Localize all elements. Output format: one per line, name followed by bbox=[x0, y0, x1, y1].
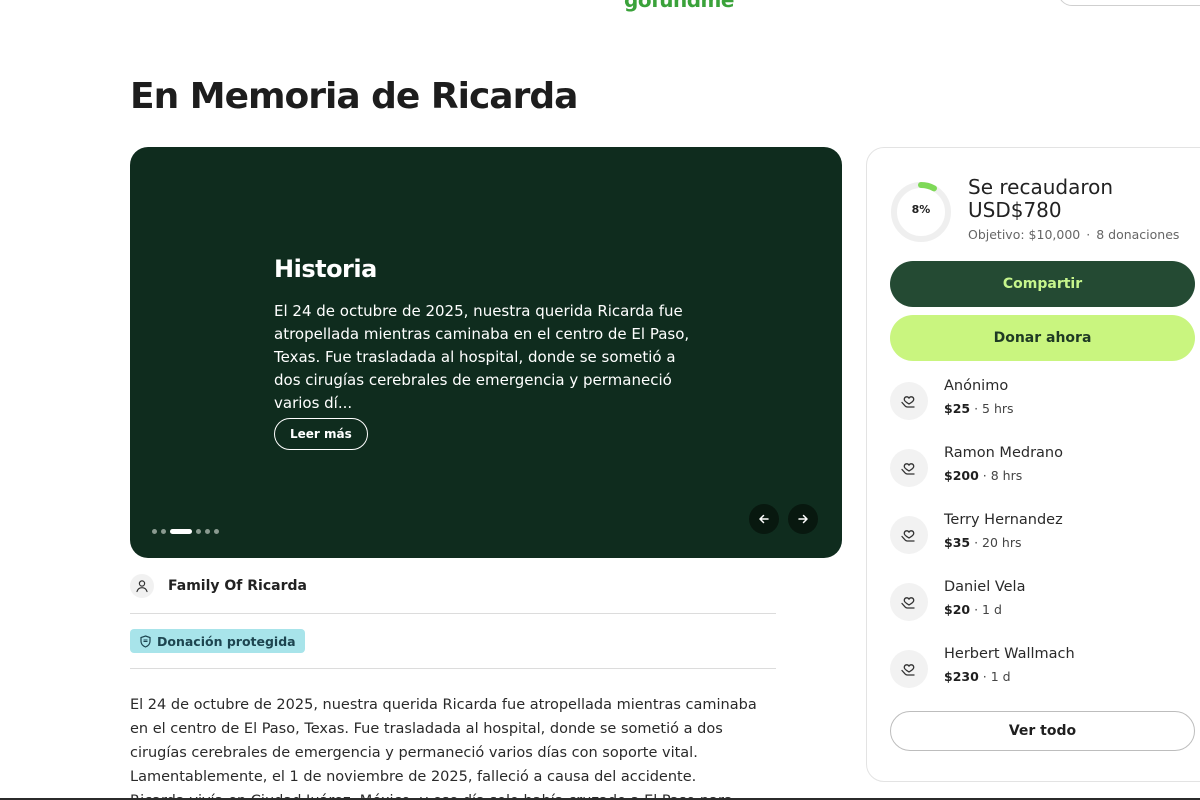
divider bbox=[130, 613, 776, 614]
organizer-name: Family Of Ricarda bbox=[168, 578, 307, 594]
donor-name: Herbert Wallmach bbox=[944, 646, 1075, 662]
donor-name: Ramon Medrano bbox=[944, 445, 1063, 461]
donation-time: · 1 d bbox=[978, 669, 1011, 684]
donor-avatar bbox=[890, 516, 928, 554]
story-carousel: Historia El 24 de octubre de 2025, nuest… bbox=[130, 147, 842, 558]
heart-hand-icon bbox=[901, 396, 915, 408]
carousel-dot[interactable] bbox=[205, 529, 210, 534]
donation-time: · 5 hrs bbox=[970, 401, 1014, 416]
divider bbox=[130, 668, 776, 669]
organizer[interactable]: Family Of Ricarda bbox=[130, 574, 307, 598]
carousel-dot[interactable] bbox=[152, 529, 157, 534]
goal-line: Objetivo: $10,000 · 8 donaciones bbox=[968, 227, 1179, 242]
donation-amount: $230 bbox=[944, 669, 979, 684]
donor-avatar bbox=[890, 382, 928, 420]
donor-avatar bbox=[890, 449, 928, 487]
donation-meta: $25 · 5 hrs bbox=[944, 401, 1014, 416]
carousel-dot[interactable] bbox=[161, 529, 166, 534]
protected-donation-badge[interactable]: Donación protegida bbox=[130, 629, 305, 653]
carousel-next-button[interactable] bbox=[788, 504, 818, 534]
raised-label: Se recaudaron bbox=[968, 175, 1114, 199]
badge-label: Donación protegida bbox=[157, 633, 296, 649]
story-heading: Historia bbox=[274, 255, 377, 283]
arrow-right-icon bbox=[798, 514, 808, 524]
carousel-dot[interactable] bbox=[214, 529, 219, 534]
donation-time: · 1 d bbox=[970, 602, 1002, 617]
donation-meta: $230 · 1 d bbox=[944, 669, 1011, 684]
share-button[interactable]: Compartir bbox=[890, 261, 1195, 307]
donor-avatar bbox=[890, 583, 928, 621]
heart-hand-icon bbox=[901, 530, 915, 542]
donor-name: Anónimo bbox=[944, 378, 1009, 394]
description-paragraph: El 24 de octubre de 2025, nuestra querid… bbox=[130, 697, 757, 785]
read-more-button[interactable]: Leer más bbox=[274, 418, 368, 450]
donation-amount: $20 bbox=[944, 602, 971, 617]
separator: · bbox=[1086, 227, 1091, 242]
carousel-dots bbox=[152, 529, 219, 534]
donation-item: Daniel Vela $20 · 1 d bbox=[890, 579, 1190, 625]
progress-percent: 8% bbox=[911, 203, 931, 216]
donor-avatar bbox=[890, 650, 928, 688]
carousel-prev-button[interactable] bbox=[749, 504, 779, 534]
donation-item: Herbert Wallmach $230 · 1 d bbox=[890, 646, 1190, 692]
donation-count[interactable]: 8 donaciones bbox=[1096, 227, 1179, 242]
goal-amount: Objetivo: $10,000 bbox=[968, 227, 1081, 242]
avatar bbox=[130, 574, 154, 598]
donation-time: · 8 hrs bbox=[978, 468, 1023, 483]
shield-icon bbox=[140, 634, 151, 648]
story-excerpt: El 24 de octubre de 2025, nuestra querid… bbox=[274, 302, 690, 412]
story-description: El 24 de octubre de 2025, nuestra querid… bbox=[130, 693, 776, 800]
donation-amount: $35 bbox=[944, 535, 971, 550]
donor-name: Daniel Vela bbox=[944, 579, 1026, 595]
donation-item: Anónimo $25 · 5 hrs bbox=[890, 378, 1190, 424]
donation-meta: $20 · 1 d bbox=[944, 602, 1002, 617]
donation-time: · 20 hrs bbox=[970, 535, 1022, 550]
donation-item: Ramon Medrano $200 · 8 hrs bbox=[890, 445, 1190, 491]
donation-item: Terry Hernandez $35 · 20 hrs bbox=[890, 512, 1190, 558]
heart-hand-icon bbox=[901, 597, 915, 609]
carousel-dot-active[interactable] bbox=[170, 529, 192, 534]
header-sign-in-button[interactable] bbox=[1058, 0, 1200, 6]
page-title: En Memoria de Ricarda bbox=[130, 76, 578, 117]
donation-amount: $25 bbox=[944, 401, 971, 416]
donate-button[interactable]: Donar ahora bbox=[890, 315, 1195, 361]
see-all-button[interactable]: Ver todo bbox=[890, 711, 1195, 751]
donation-meta: $200 · 8 hrs bbox=[944, 468, 1022, 483]
donation-meta: $35 · 20 hrs bbox=[944, 535, 1021, 550]
raised-amount: USD$780 bbox=[968, 198, 1062, 222]
donation-amount: $200 bbox=[944, 468, 979, 483]
arrow-left-icon bbox=[759, 514, 769, 524]
heart-hand-icon bbox=[901, 463, 915, 475]
user-icon bbox=[136, 580, 148, 593]
carousel-dot[interactable] bbox=[196, 529, 201, 534]
brand-logo[interactable]: gofundme bbox=[624, 0, 734, 12]
donor-name: Terry Hernandez bbox=[944, 512, 1063, 528]
heart-hand-icon bbox=[901, 664, 915, 676]
